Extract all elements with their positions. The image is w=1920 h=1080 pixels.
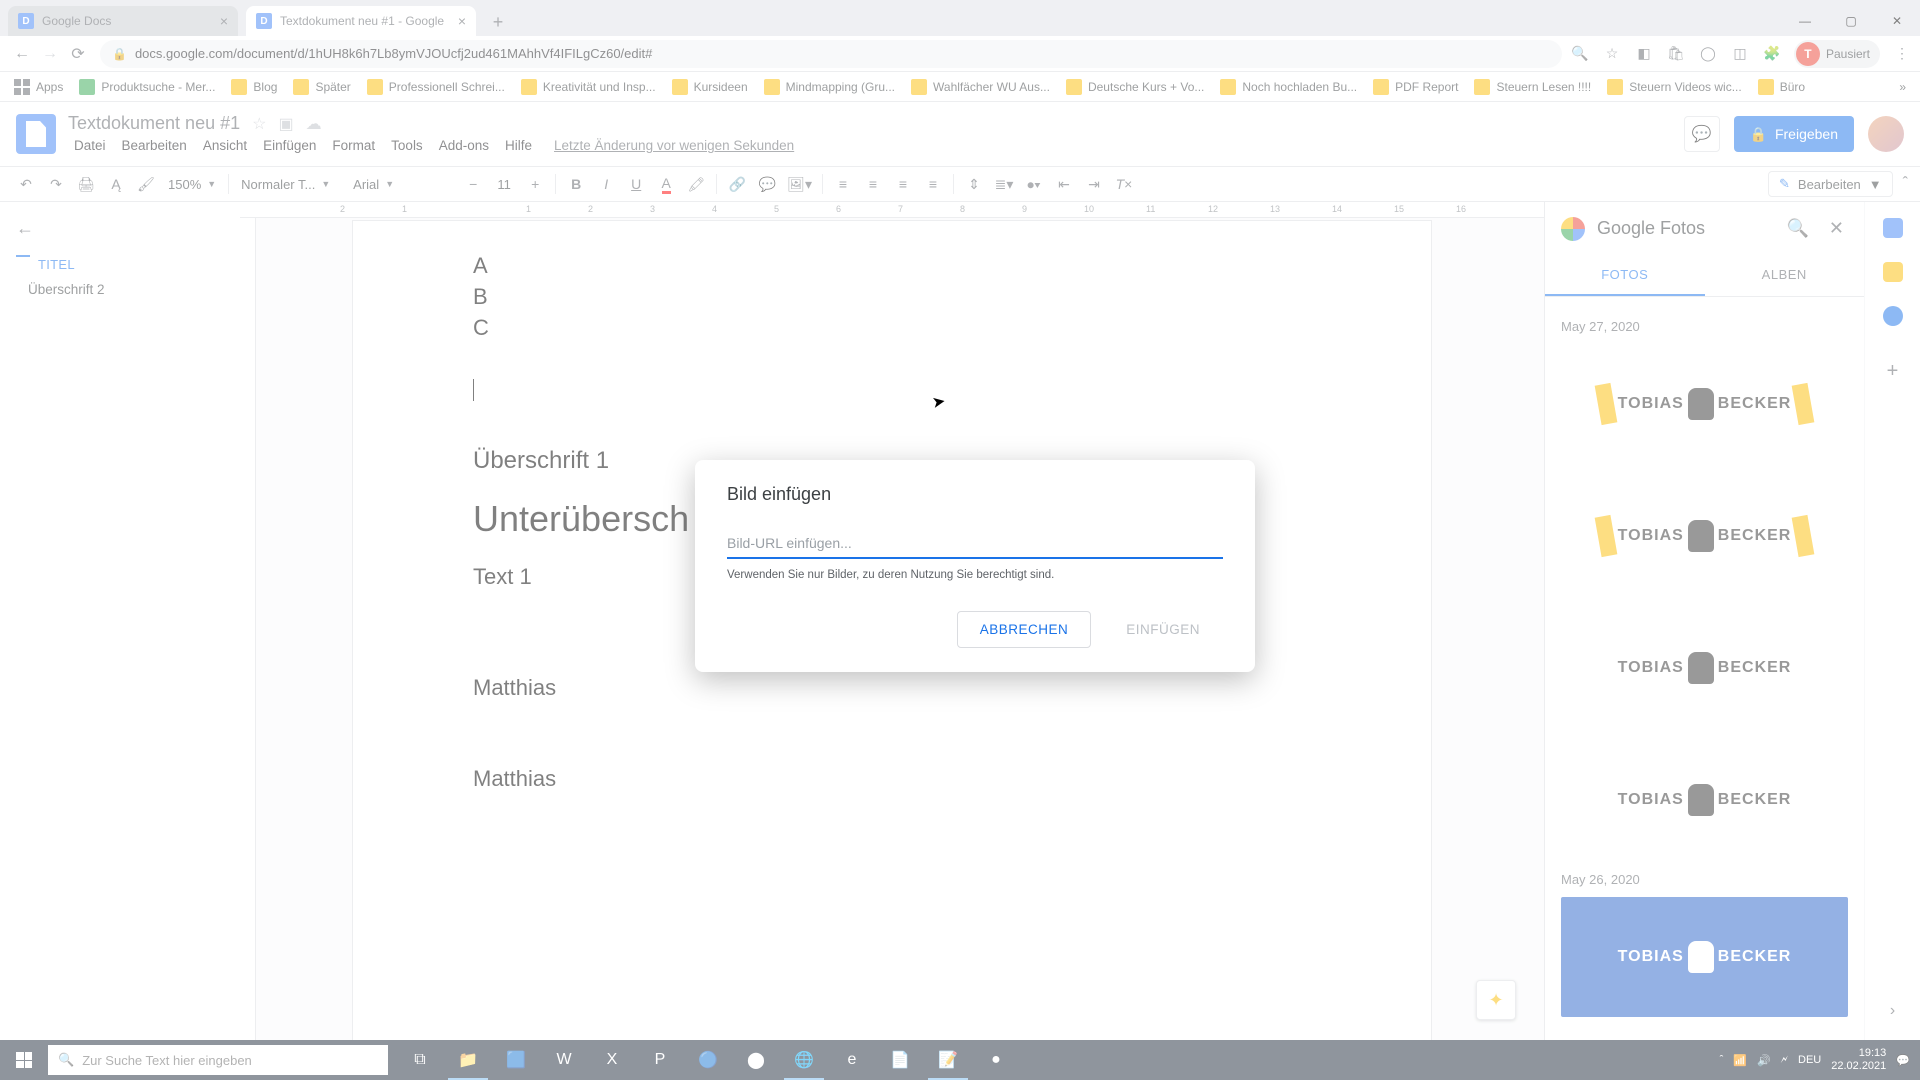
cancel-button[interactable]: ABBRECHEN <box>957 611 1092 648</box>
dialog-hint: Verwenden Sie nur Bilder, zu deren Nutzu… <box>727 569 1223 581</box>
insert-image-dialog: Bild einfügen Verwenden Sie nur Bilder, … <box>695 460 1255 672</box>
insert-button[interactable]: EINFÜGEN <box>1103 611 1223 648</box>
image-url-input[interactable] <box>727 529 1223 559</box>
dialog-title: Bild einfügen <box>727 484 1223 505</box>
